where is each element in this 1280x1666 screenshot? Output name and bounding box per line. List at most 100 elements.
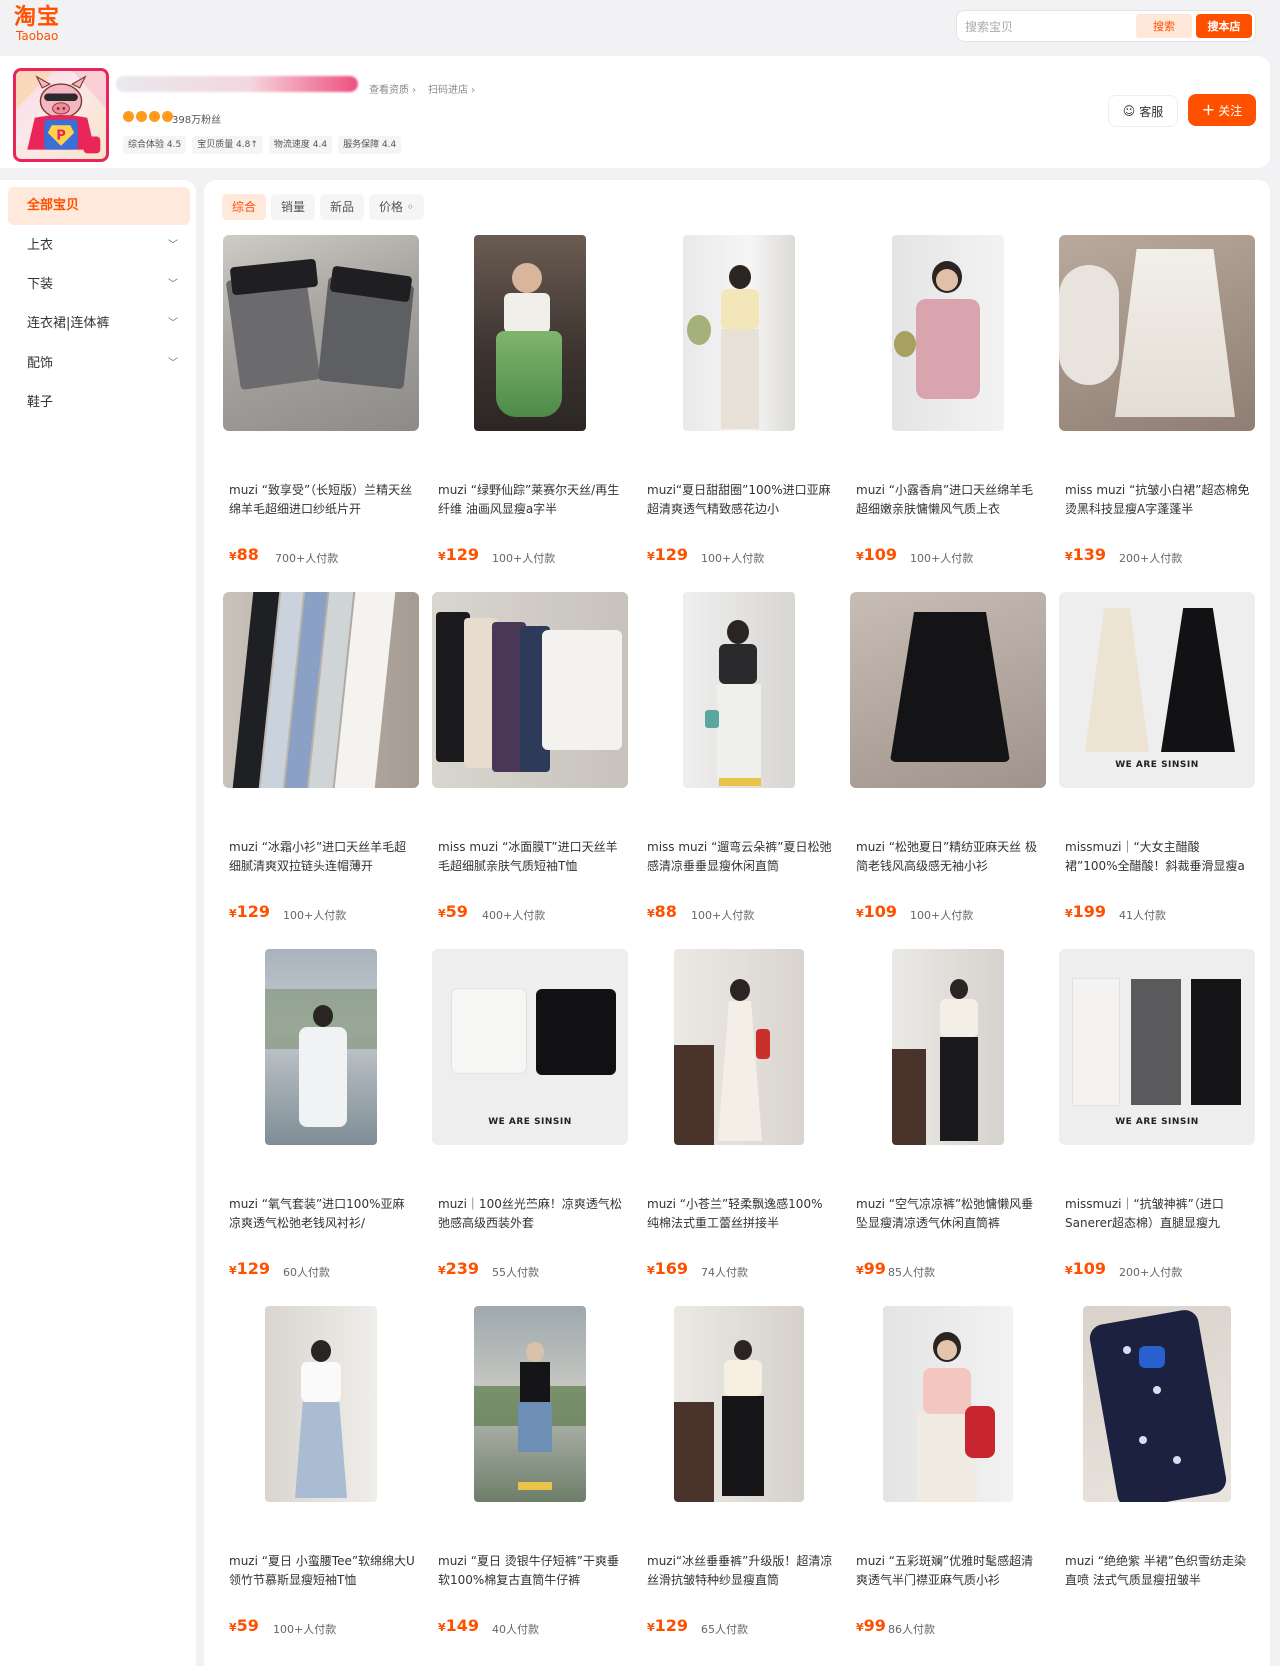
product-price: ¥149 (438, 1616, 480, 1635)
sidebar-item-dresses[interactable]: 连衣裙|连体裤 ﹀ (8, 305, 190, 343)
product-card[interactable]: muzi “冰霜小衫”进口天丝羊毛超细腻清爽双拉链头连帽薄开 ¥129 100+… (223, 592, 419, 928)
product-image[interactable]: WE ARE SINSIN (432, 949, 628, 1145)
product-image[interactable] (641, 592, 837, 788)
search-shop-button[interactable]: 搜本店 (1196, 14, 1252, 38)
product-title[interactable]: miss muzi “遛弯云朵裤”夏日松弛感清凉垂垂显瘦休闲直筒 (647, 838, 833, 876)
sidebar-item-label: 配饰 (27, 356, 54, 371)
product-price: ¥99 (856, 1616, 886, 1635)
tab-sort-new[interactable]: 新品 (320, 194, 365, 220)
product-sold-count: 86人付款 (888, 1623, 935, 1636)
product-title[interactable]: muzi “绝绝紫 半裙”色织雪纺走染直喷 法式气质显瘦扭皱半 (1065, 1552, 1251, 1590)
product-card[interactable]: muzi “夏日 烫银牛仔短裤”干爽垂软100%棉复古直筒牛仔裤 ¥149 40… (432, 1306, 628, 1642)
product-card[interactable]: muzi “松弛夏日”精纺亚麻天丝 极简老钱风高级感无袖小衫 ¥109 100+… (850, 592, 1046, 928)
product-card[interactable]: muzi “夏日 小蛮腰Tee”软绵绵大U领竹节慕斯显瘦短袖T恤 ¥59 100… (223, 1306, 419, 1642)
product-card[interactable]: muzi“夏日甜甜圈”100%进口亚麻 超清爽透气精致感花边小 ¥129 100… (641, 235, 837, 571)
product-title[interactable]: muzi “五彩斑斓”优雅时髦感超清爽透气半门襟亚麻气质小衫 (856, 1552, 1042, 1590)
product-image[interactable] (641, 1306, 837, 1502)
star-icon (123, 111, 134, 122)
product-card[interactable]: muzi“冰丝垂垂裤”升级版！超清凉丝滑抗皱特种纱显瘦直筒 ¥129 65人付款 (641, 1306, 837, 1642)
product-title[interactable]: missmuzi｜“抗皱神裤”（进口Sanerer超态棉）直腿显瘦九 (1065, 1195, 1251, 1233)
product-title[interactable]: muzi“夏日甜甜圈”100%进口亚麻 超清爽透气精致感花边小 (647, 481, 833, 519)
sidebar-item-bottoms[interactable]: 下装 ﹀ (8, 266, 190, 304)
taobao-logo[interactable]: 淘宝 Taobao (14, 6, 60, 43)
sidebar-item-accessories[interactable]: 配饰 ﹀ (8, 345, 190, 383)
chevron-down-icon[interactable]: ﹀ (168, 305, 178, 343)
product-title[interactable]: muzi “空气凉凉裤”松弛慵懒风垂坠显瘦清凉透气休闲直筒裤 (856, 1195, 1042, 1233)
product-card[interactable]: muzi “致享受”（长短版）兰精天丝绵羊毛超细进口纱纸片开 ¥88 700+人… (223, 235, 419, 571)
product-image[interactable] (432, 592, 628, 788)
product-title[interactable]: muzi｜100丝光苎麻！凉爽透气松弛感高级西装外套 (438, 1195, 624, 1233)
score-overall: 综合体验 4.5 (123, 136, 187, 154)
customer-service-button[interactable]: ☺ 客服 (1108, 95, 1178, 127)
product-image[interactable] (1059, 1306, 1255, 1502)
follow-button[interactable]: + 关注 (1188, 94, 1256, 126)
shop-avatar[interactable]: P (13, 68, 109, 162)
product-image[interactable] (850, 949, 1046, 1145)
tab-sort-sales[interactable]: 销量 (271, 194, 316, 220)
product-image[interactable] (850, 1306, 1046, 1502)
product-sold-count: 65人付款 (701, 1623, 748, 1636)
product-title[interactable]: muzi “冰霜小衫”进口天丝羊毛超细腻清爽双拉链头连帽薄开 (229, 838, 415, 876)
product-card[interactable]: muzi “小露香肩”进口天丝绵羊毛超细嫩亲肤慵懒风气质上衣 ¥109 100+… (850, 235, 1046, 571)
product-sold-count: 85人付款 (888, 1266, 935, 1279)
product-title[interactable]: missmuzi｜“大女主醋酸裙”100%全醋酸！斜裁垂滑显瘦a (1065, 838, 1251, 876)
chevron-down-icon[interactable]: ﹀ (168, 345, 178, 383)
product-card[interactable]: muzi “氧气套装”进口100%亚麻 凉爽透气松弛老钱风衬衫/ ¥129 60… (223, 949, 419, 1285)
product-image[interactable]: WE ARE SINSIN (1059, 949, 1255, 1145)
sidebar-item-shoes[interactable]: 鞋子 (8, 384, 190, 422)
product-price: ¥199 (1065, 902, 1107, 921)
product-image[interactable]: WE ARE SINSIN (1059, 592, 1255, 788)
image-brand-text: WE ARE SINSIN (1115, 1117, 1199, 1127)
product-title[interactable]: muzi “松弛夏日”精纺亚麻天丝 极简老钱风高级感无袖小衫 (856, 838, 1042, 876)
product-card[interactable]: miss muzi “冰面膜T”进口天丝羊毛超细腻亲肤气质短袖T恤 ¥59 40… (432, 592, 628, 928)
product-card[interactable]: miss muzi “遛弯云朵裤”夏日松弛感清凉垂垂显瘦休闲直筒 ¥88 100… (641, 592, 837, 928)
product-card[interactable]: muzi “绿野仙踪”莱赛尔天丝/再生纤维 油画风显瘦a字半 ¥129 100+… (432, 235, 628, 571)
product-title[interactable]: muzi “致享受”（长短版）兰精天丝绵羊毛超细进口纱纸片开 (229, 481, 415, 519)
product-card[interactable]: WE ARE SINSIN missmuzi｜“大女主醋酸裙”100%全醋酸！斜… (1059, 592, 1255, 928)
product-title[interactable]: miss muzi “冰面膜T”进口天丝羊毛超细腻亲肤气质短袖T恤 (438, 838, 624, 876)
search-input[interactable] (965, 16, 1135, 38)
product-image[interactable] (850, 592, 1046, 788)
chevron-down-icon[interactable]: ﹀ (168, 227, 178, 265)
product-image[interactable] (223, 235, 419, 431)
tab-sort-price[interactable]: 价格 ◦ (369, 194, 424, 220)
product-card[interactable]: muzi “空气凉凉裤”松弛慵懒风垂坠显瘦清凉透气休闲直筒裤 ¥99 85人付款 (850, 949, 1046, 1285)
product-image[interactable] (223, 1306, 419, 1502)
scan-enter-shop-link[interactable]: 扫码进店 › (428, 81, 475, 96)
product-price: ¥129 (438, 545, 480, 564)
product-card[interactable]: muzi “五彩斑斓”优雅时髦感超清爽透气半门襟亚麻气质小衫 ¥99 86人付款 (850, 1306, 1046, 1642)
product-card[interactable]: miss muzi “抗皱小白裙”超态棉免烫黑科技显瘦A字蓬蓬半 ¥139 20… (1059, 235, 1255, 571)
view-qualification-link[interactable]: 查看资质 › (369, 81, 416, 96)
sidebar-item-label: 上衣 (27, 238, 54, 253)
product-title[interactable]: muzi “小苍兰”轻柔飘逸感100%纯棉法式重工蕾丝拼接半 (647, 1195, 833, 1233)
product-title[interactable]: muzi “小露香肩”进口天丝绵羊毛超细嫩亲肤慵懒风气质上衣 (856, 481, 1042, 519)
product-title[interactable]: muzi “绿野仙踪”莱赛尔天丝/再生纤维 油画风显瘦a字半 (438, 481, 624, 519)
sidebar-item-all[interactable]: 全部宝贝 (8, 187, 190, 225)
product-title[interactable]: muzi “夏日 小蛮腰Tee”软绵绵大U领竹节慕斯显瘦短袖T恤 (229, 1552, 415, 1590)
product-image[interactable] (223, 949, 419, 1145)
product-image[interactable] (641, 949, 837, 1145)
product-card[interactable]: WE ARE SINSIN muzi｜100丝光苎麻！凉爽透气松弛感高级西装外套… (432, 949, 628, 1285)
image-brand-text: WE ARE SINSIN (1115, 760, 1199, 770)
product-sold-count: 100+人付款 (273, 1623, 337, 1636)
sidebar-item-tops[interactable]: 上衣 ﹀ (8, 227, 190, 265)
product-image[interactable] (432, 235, 628, 431)
product-title[interactable]: muzi “夏日 烫银牛仔短裤”干爽垂软100%棉复古直筒牛仔裤 (438, 1552, 624, 1590)
product-image[interactable] (223, 592, 419, 788)
product-title[interactable]: muzi “氧气套装”进口100%亚麻 凉爽透气松弛老钱风衬衫/ (229, 1195, 415, 1233)
product-image[interactable] (850, 235, 1046, 431)
product-image[interactable] (432, 1306, 628, 1502)
fans-count: 398万粉丝 (172, 115, 222, 126)
search-button[interactable]: 搜索 (1136, 14, 1192, 38)
product-sold-count: 100+人付款 (691, 909, 755, 922)
product-card[interactable]: WE ARE SINSIN missmuzi｜“抗皱神裤”（进口Sanerer超… (1059, 949, 1255, 1285)
product-image[interactable] (1059, 235, 1255, 431)
product-card[interactable]: muzi “小苍兰”轻柔飘逸感100%纯棉法式重工蕾丝拼接半 ¥169 74人付… (641, 949, 837, 1285)
star-icon (136, 111, 147, 122)
product-title[interactable]: muzi“冰丝垂垂裤”升级版！超清凉丝滑抗皱特种纱显瘦直筒 (647, 1552, 833, 1590)
tab-sort-default[interactable]: 综合 (222, 194, 267, 220)
chevron-down-icon[interactable]: ﹀ (168, 266, 178, 304)
product-title[interactable]: miss muzi “抗皱小白裙”超态棉免烫黑科技显瘦A字蓬蓬半 (1065, 481, 1251, 519)
product-card[interactable]: muzi “绝绝紫 半裙”色织雪纺走染直喷 法式气质显瘦扭皱半 (1059, 1306, 1255, 1642)
product-image[interactable] (641, 235, 837, 431)
